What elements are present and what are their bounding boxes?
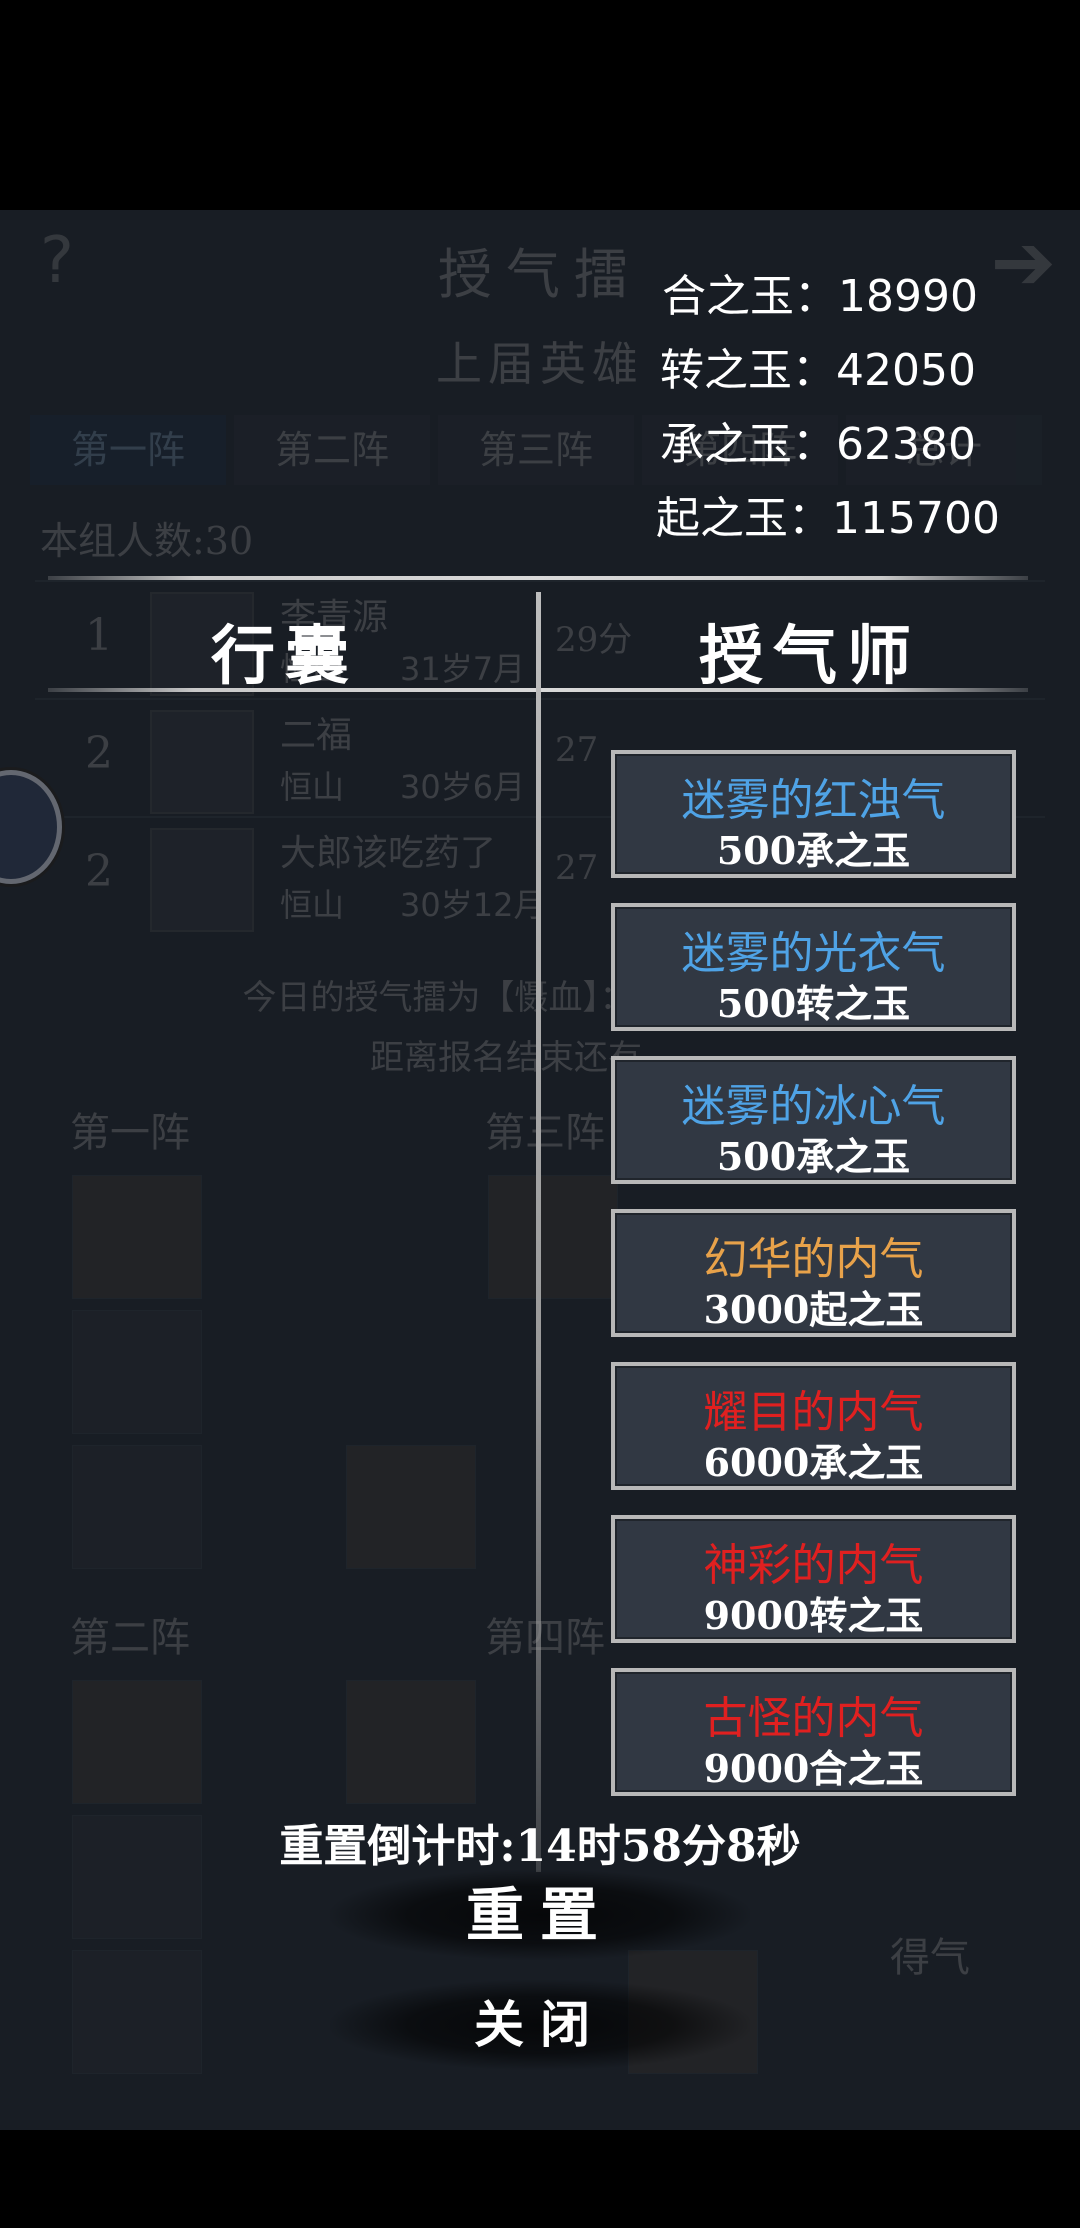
close-button[interactable]: 关闭 <box>330 1980 750 2070</box>
tab-bag[interactable]: 行囊 <box>150 605 420 697</box>
shop-item[interactable]: 迷雾的光衣气 500转之玉 <box>611 903 1016 1031</box>
currency-label: 合之玉： <box>662 271 838 322</box>
game-screen: ? ➔ 授气擂 上届英雄 第一阵 第二阵 第三阵 第四阵 总计 本组人数:30 … <box>0 210 1080 2130</box>
reset-countdown: 重置倒计时:14时58分8秒 <box>279 1821 801 1872</box>
shop-item[interactable]: 古怪的内气 9000合之玉 <box>611 1668 1016 1796</box>
item-price: 9000转之玉 <box>703 1593 924 1638</box>
wallet-cheng-jade: 承之玉：62380 <box>660 408 976 472</box>
item-name: 古怪的内气 <box>703 1693 924 1744</box>
reset-button[interactable]: 重置 <box>330 1870 750 1960</box>
item-name: 幻华的内气 <box>703 1234 924 1285</box>
item-price: 9000合之玉 <box>703 1746 924 1791</box>
item-name: 神彩的内气 <box>703 1540 924 1591</box>
item-price: 500转之玉 <box>716 981 911 1026</box>
shop-item[interactable]: 迷雾的冰心气 500承之玉 <box>611 1056 1016 1184</box>
item-name: 迷雾的光衣气 <box>681 928 946 979</box>
currency-value: 115700 <box>832 493 1000 544</box>
currency-value: 18990 <box>838 271 978 322</box>
divider <box>48 576 1028 580</box>
shop-item[interactable]: 迷雾的红浊气 500承之玉 <box>611 750 1016 878</box>
shop-overlay: 合之玉：18990 转之玉：42050 承之玉：62380 起之玉：115700… <box>0 210 1080 2130</box>
item-name: 迷雾的冰心气 <box>681 1081 946 1132</box>
wallet-zhuan-jade: 转之玉：42050 <box>660 334 976 398</box>
currency-label: 承之玉： <box>660 419 836 470</box>
currency-label: 起之玉： <box>656 493 832 544</box>
currency-value: 42050 <box>836 345 976 396</box>
shop-item-list: 迷雾的红浊气 500承之玉 迷雾的光衣气 500转之玉 迷雾的冰心气 500承之玉 幻华的内… <box>611 750 1016 1821</box>
shop-item[interactable]: 幻华的内气 3000起之玉 <box>611 1209 1016 1337</box>
item-name: 耀目的内气 <box>703 1387 924 1438</box>
wallet-qi-jade: 起之玉：115700 <box>656 482 1000 546</box>
column-divider <box>536 592 541 1872</box>
item-price: 6000承之玉 <box>703 1440 924 1485</box>
item-name: 迷雾的红浊气 <box>681 775 946 826</box>
currency-label: 转之玉： <box>660 345 836 396</box>
wallet-he-jade: 合之玉：18990 <box>662 260 978 324</box>
item-price: 500承之玉 <box>716 1134 911 1179</box>
item-price: 3000起之玉 <box>703 1287 924 1332</box>
shop-item[interactable]: 耀目的内气 6000承之玉 <box>611 1362 1016 1490</box>
tab-qi-master[interactable]: 授气师 <box>660 605 960 697</box>
currency-value: 62380 <box>836 419 976 470</box>
shop-item[interactable]: 神彩的内气 9000转之玉 <box>611 1515 1016 1643</box>
item-price: 500承之玉 <box>716 828 911 873</box>
